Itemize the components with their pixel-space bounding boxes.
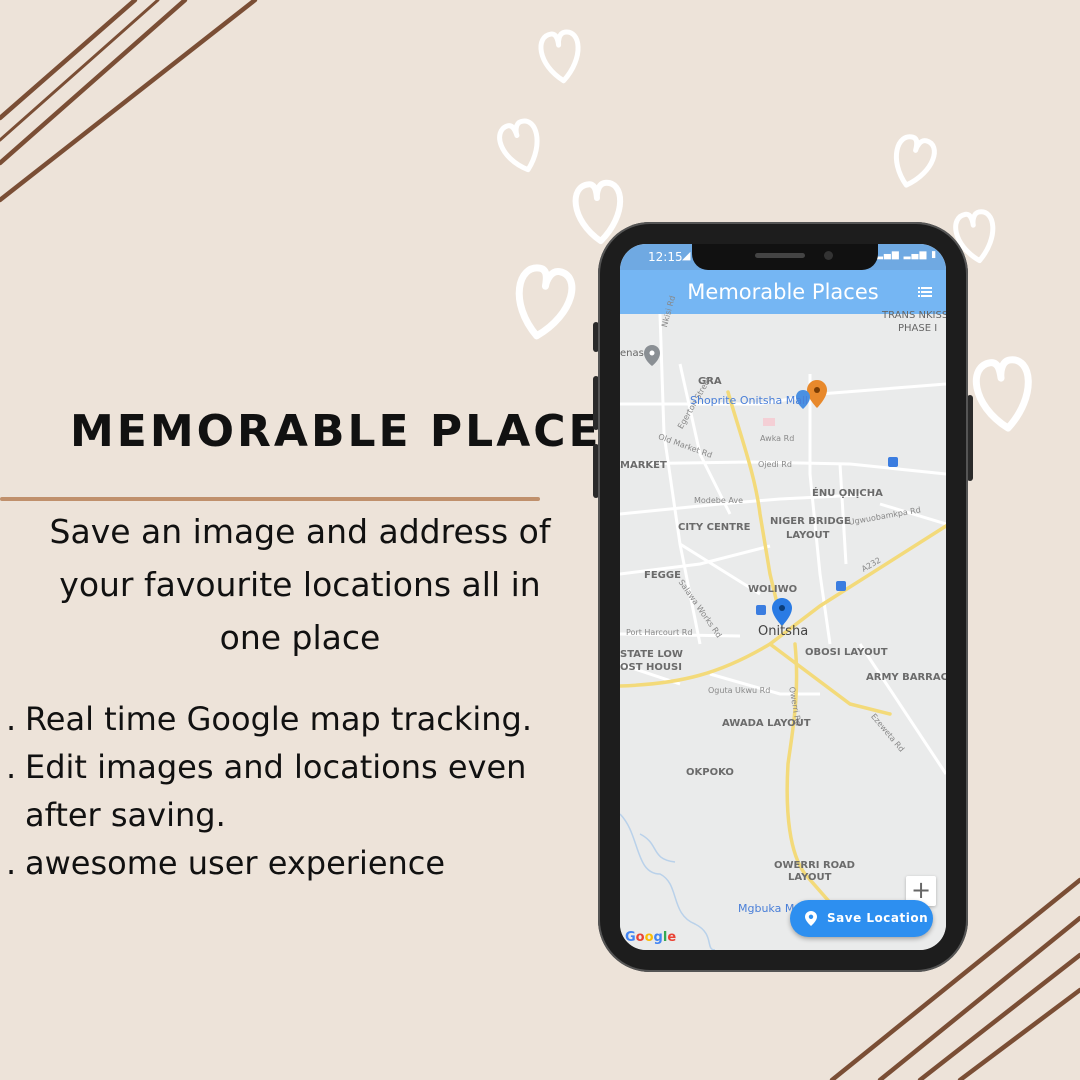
heart-icon	[515, 264, 576, 340]
top-left-stripes	[0, 0, 258, 203]
map-label: Awka Rd	[760, 434, 795, 443]
map-label: ARMY BARRACKS	[866, 672, 946, 683]
feature-item: . Edit images and locations even	[6, 743, 566, 791]
map-label: Shoprite Onitsha Mall	[690, 394, 809, 407]
heart-icon	[894, 134, 937, 188]
notification-icon: ◢	[682, 249, 691, 262]
bullet	[6, 791, 25, 839]
front-camera	[824, 251, 833, 260]
phone-screen: 12:15 ◢ ▂▄▆ ▂▄▆ ▮ Memorable Places Nkisi…	[620, 244, 946, 950]
feature-item: . Real time Google map tracking.	[6, 695, 566, 743]
map-label: OBOSI LAYOUT	[805, 647, 888, 658]
map-label: NIGER BRIDGE	[770, 516, 851, 527]
heart-icon	[972, 356, 1032, 432]
map-label: Oguta Ukwu Rd	[708, 686, 771, 695]
feature-item: after saving.	[6, 791, 566, 839]
map-label: WOLIWO	[748, 584, 798, 595]
map-label: OWERRI ROAD	[774, 860, 855, 871]
phone-notch	[692, 244, 878, 270]
bullet: .	[6, 700, 17, 738]
feature-text: after saving.	[25, 796, 226, 834]
map-view[interactable]: Nkisi Rd TRANS NKISS PHASE I enas GRA Eg…	[620, 295, 946, 950]
map-label: Onitsha	[758, 624, 809, 639]
feature-text: awesome user experience	[25, 844, 446, 882]
bullet: .	[6, 844, 17, 882]
feature-text: Real time Google map tracking.	[25, 700, 532, 738]
map-label: LAYOUT	[788, 872, 832, 883]
tagline-line: Save an image and address of	[49, 512, 551, 551]
bullet: .	[6, 748, 17, 786]
map-label: enas	[620, 348, 644, 359]
location-pin-icon	[805, 911, 817, 926]
map-label: CITY CENTRE	[678, 522, 751, 533]
feature-list: . Real time Google map tracking. . Edit …	[6, 695, 566, 887]
heart-icon	[538, 29, 581, 84]
map-label: Ojedi Rd	[758, 460, 792, 469]
map-label: Modebe Ave	[694, 496, 743, 505]
map-label: MARKET	[620, 460, 667, 471]
list-icon[interactable]	[918, 286, 932, 298]
signal-icons: ▂▄▆ ▂▄▆ ▮	[876, 250, 938, 260]
map-label: OKPOKO	[686, 767, 734, 778]
map-label: OST HOUSI	[620, 662, 682, 673]
tagline-line: one place	[219, 618, 381, 657]
feature-text: Edit images and locations even	[25, 748, 527, 786]
map-pin-blue	[772, 598, 792, 626]
map-label: TRANS NKISS	[882, 310, 946, 321]
tagline-line: your favourite locations all in	[59, 565, 541, 604]
save-location-button[interactable]: Save Location	[790, 900, 933, 937]
map-label: STATE LOW	[620, 649, 683, 660]
map-label: FEGGE	[644, 570, 681, 581]
map-label: AWADA LAYOUT	[722, 718, 811, 729]
heart-icon	[497, 118, 540, 173]
promo-title: MEMORABLE PLACES	[70, 406, 637, 457]
speaker-grille	[755, 253, 805, 258]
place-poi-icon	[644, 345, 660, 366]
title-divider	[0, 497, 540, 501]
map-label: Port Harcourt Rd	[626, 628, 693, 637]
map-label: ÉNU ỌNỊCHA	[812, 488, 883, 499]
feature-item: . awesome user experience	[6, 839, 566, 887]
map-label: LAYOUT	[786, 530, 830, 541]
google-logo: Google	[625, 930, 677, 945]
promo-tagline: Save an image and address of your favour…	[30, 505, 570, 664]
save-location-label: Save Location	[827, 911, 929, 925]
status-time: 12:15	[648, 250, 683, 264]
map-label: PHASE I	[898, 323, 938, 334]
